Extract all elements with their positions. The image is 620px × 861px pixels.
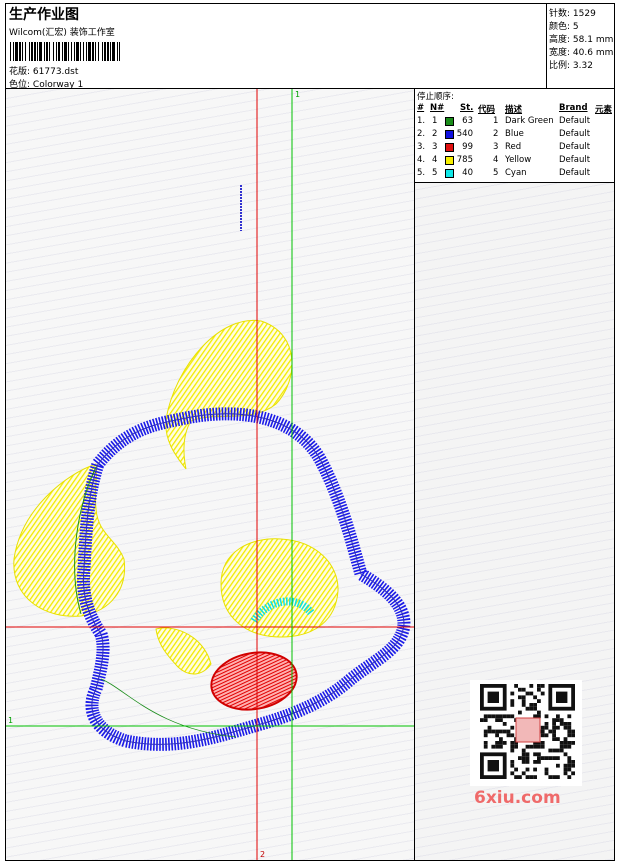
row-stitches: 99	[462, 142, 473, 152]
colors-value: 5	[572, 22, 579, 32]
stop-row[interactable]: 1. 1 63 1 Dark Green Default	[415, 116, 614, 129]
embroidery-preview: 1 1 2	[6, 89, 414, 860]
stop-row[interactable]: 4. 4 785 4 Yellow Default	[415, 155, 614, 168]
stat-scale: 比例: 3.32	[549, 58, 593, 71]
yellow-leaf-small	[155, 627, 212, 675]
row-index: 2.	[417, 129, 426, 139]
qr-code	[470, 680, 582, 786]
row-stitches: 40	[462, 168, 473, 178]
green-left-axis-label: 1	[8, 716, 13, 725]
pattern-label: 花版:	[9, 67, 31, 77]
row-index: 5.	[417, 168, 426, 178]
col-header-n: N#	[430, 103, 445, 113]
stop-row[interactable]: 3. 3 99 3 Red Default	[415, 142, 614, 155]
row-code: 4	[493, 155, 499, 165]
row-needle: 3	[432, 142, 438, 152]
col-header-element: 元素	[595, 105, 613, 115]
pattern-value: 61773.dst	[32, 67, 79, 77]
col-header-code: 代码	[478, 105, 496, 115]
yellow-petal-left	[13, 463, 126, 617]
row-description: Blue	[505, 129, 524, 139]
row-brand: Default	[559, 168, 591, 178]
colors-label: 颜色:	[549, 22, 571, 32]
scale-label: 比例:	[549, 61, 571, 71]
stats-panel: 针数: 1529 颜色: 5 高度: 58.1 mm 宽度: 40.6 mm 比…	[546, 4, 614, 88]
yellow-petal-top	[165, 319, 293, 470]
row-stitches: 540	[456, 129, 473, 139]
row-index: 4.	[417, 155, 426, 165]
stat-stitches: 针数: 1529	[549, 6, 596, 19]
row-code: 5	[493, 168, 499, 178]
stop-row[interactable]: 5. 5 40 5 Cyan Default	[415, 168, 614, 181]
row-index: 3.	[417, 142, 426, 152]
row-brand: Default	[559, 155, 591, 165]
header-panel: 生产作业图 Wilcom(汇宏) 装饰工作室 花版: 61773.dst 色位:…	[5, 3, 615, 90]
col-header-desc: 描述	[505, 105, 523, 115]
color-swatch	[445, 130, 454, 139]
green-top-axis-label: 1	[295, 90, 300, 99]
row-code: 3	[493, 142, 499, 152]
page-title: 生产作业图	[9, 7, 79, 23]
color-swatch	[445, 169, 454, 178]
row-needle: 4	[432, 155, 438, 165]
yellow-circle	[220, 538, 339, 638]
watermark-text: 6xiu.com	[474, 788, 561, 808]
design-canvas[interactable]: 1 1 2	[5, 88, 415, 861]
pattern-row: 花版: 61773.dst	[9, 64, 78, 77]
row-index: 1.	[417, 116, 426, 126]
row-stitches: 63	[462, 116, 473, 126]
row-needle: 2	[432, 129, 438, 139]
stitches-label: 针数:	[549, 9, 571, 19]
stitches-value: 1529	[572, 9, 596, 19]
stat-width: 宽度: 40.6 mm	[549, 45, 613, 58]
scale-value: 3.32	[572, 61, 593, 71]
height-label: 高度:	[549, 35, 571, 45]
height-value: 58.1 mm	[572, 35, 614, 45]
stop-sequence-title: 停止顺序:	[417, 92, 454, 102]
stat-height: 高度: 58.1 mm	[549, 32, 613, 45]
col-header-st: St.	[460, 103, 474, 113]
row-description: Red	[505, 142, 522, 152]
col-header-brand: Brand	[559, 103, 588, 113]
red-ellipse	[210, 651, 298, 711]
row-description: Dark Green	[505, 116, 554, 126]
qr-code-image	[480, 684, 575, 779]
row-needle: 1	[432, 116, 438, 126]
company-name: Wilcom(汇宏) 装饰工作室	[9, 28, 115, 38]
red-bottom-axis-label: 2	[260, 850, 265, 859]
color-swatch	[445, 156, 454, 165]
stat-colors: 颜色: 5	[549, 19, 579, 32]
stop-row[interactable]: 2. 2 540 2 Blue Default	[415, 129, 614, 142]
barcode-image	[10, 42, 120, 61]
row-stitches: 785	[456, 155, 473, 165]
row-description: Yellow	[505, 155, 532, 165]
width-value: 40.6 mm	[572, 48, 614, 58]
stop-sequence-table: 停止顺序: # N# St. 代码 描述 Brand 元素 1. 1 63 1 Dark…	[415, 89, 614, 183]
row-code: 2	[493, 129, 499, 139]
row-brand: Default	[559, 129, 591, 139]
row-description: Cyan	[505, 168, 527, 178]
color-swatch	[445, 117, 454, 126]
row-code: 1	[493, 116, 499, 126]
col-header-index: #	[417, 103, 425, 113]
color-swatch	[445, 143, 454, 152]
row-needle: 5	[432, 168, 438, 178]
row-brand: Default	[559, 116, 591, 126]
row-brand: Default	[559, 142, 591, 152]
width-label: 宽度:	[549, 48, 571, 58]
